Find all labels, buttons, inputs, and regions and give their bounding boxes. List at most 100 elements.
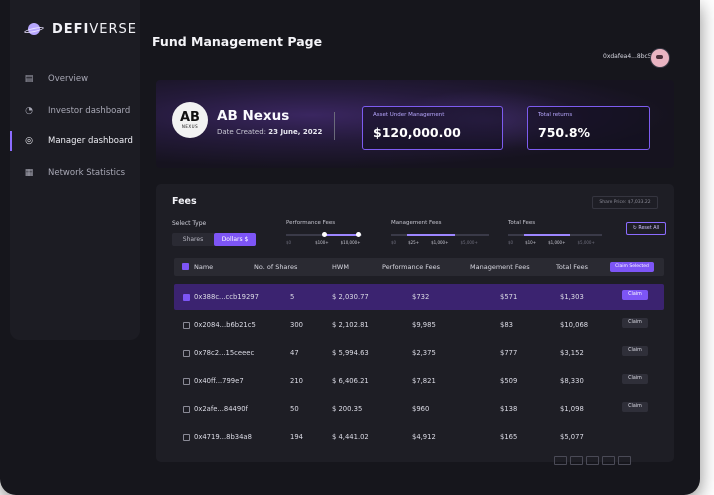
tick: $10,000+ [340, 240, 361, 245]
sidebar-item-label: Overview [48, 74, 89, 84]
aum-value: $120,000.00 [373, 125, 461, 140]
document-icon: ▤ [24, 74, 34, 84]
date-value: 23 June, 2022 [268, 128, 323, 136]
row-shares: 50 [290, 405, 299, 413]
sidebar-item-network-statistics[interactable]: ▦ Network Statistics [10, 160, 140, 186]
row-shares: 194 [290, 433, 303, 441]
performance-fees-label: Performance Fees [286, 220, 336, 226]
sidebar-item-overview[interactable]: ▤ Overview [10, 66, 140, 92]
row-checkbox[interactable] [183, 378, 190, 385]
claim-selected-button[interactable]: Claim Selected [610, 262, 654, 272]
sidebar-item-label: Network Statistics [48, 168, 126, 178]
slider-handle-min[interactable] [322, 232, 327, 237]
row-name: 0x4719...8b34a8 [194, 433, 252, 441]
row-total-fee: $1,098 [560, 405, 584, 413]
tick: $25+ [408, 240, 420, 245]
sidebar-item-manager-dashboard[interactable]: ◎ Manager dashboard [10, 128, 140, 154]
column-header-total-fees[interactable]: Total Fees [556, 263, 588, 271]
pie-chart-icon: ◔ [25, 106, 33, 116]
table-row[interactable]: 0x4719...8b34a8 194 $ 4,441.02 $4,912 $1… [174, 424, 664, 450]
page-title: Fund Management Page [152, 34, 323, 49]
claim-button[interactable]: Claim [622, 374, 648, 384]
row-checkbox[interactable] [183, 434, 190, 441]
row-hwm: $ 4,441.02 [332, 433, 369, 441]
stats-icon: ▦ [24, 168, 34, 178]
aum-label: Asset Under Management [373, 112, 445, 118]
pagination [554, 456, 631, 465]
row-hwm: $ 2,030.77 [332, 293, 369, 301]
returns-label: Total returns [538, 112, 573, 118]
claim-button[interactable]: Claim [622, 402, 648, 412]
tick: $5,000+ [577, 240, 595, 245]
total-fees-ticks: $0 $10+ $1,000+ $5,000+ [508, 240, 607, 245]
fund-logo: AB NEXUS [172, 102, 208, 138]
performance-fees-slider[interactable] [286, 232, 362, 237]
share-price-badge: Share Price: $7,033.22 [592, 196, 658, 209]
row-management-fee: $83 [500, 321, 513, 329]
table-row[interactable]: 0x2afe...84490f 50 $ 200.35 $960 $138 $1… [174, 396, 664, 422]
column-header-hwm[interactable]: HWM [332, 263, 349, 271]
aum-card: Asset Under Management $120,000.00 [362, 106, 503, 150]
type-option-dollars[interactable]: Dollars $ [214, 233, 256, 246]
row-management-fee: $571 [500, 293, 518, 301]
claim-button[interactable]: Claim [622, 346, 648, 356]
row-name: 0x388c...ccb19297 [194, 293, 259, 301]
column-header-performance-fees[interactable]: Performance Fees [382, 263, 440, 271]
row-checkbox[interactable] [183, 406, 190, 413]
page-button[interactable] [586, 456, 599, 465]
page-button[interactable] [618, 456, 631, 465]
row-performance-fee: $9,985 [412, 321, 436, 329]
row-performance-fee: $2,375 [412, 349, 436, 357]
page-button[interactable] [570, 456, 583, 465]
page-button[interactable] [554, 456, 567, 465]
fund-logo-text: AB [180, 110, 200, 125]
sidebar-item-investor-dashboard[interactable]: ◔ Investor dashboard [10, 98, 140, 124]
claim-button[interactable]: Claim [622, 290, 648, 300]
planet-icon [23, 22, 45, 37]
claim-button[interactable]: Claim [622, 318, 648, 328]
type-option-shares[interactable]: Shares [172, 233, 214, 246]
wallet-address[interactable]: 0xdafea4...8bc5 [603, 53, 652, 60]
column-header-shares[interactable]: No. of Shares [254, 263, 297, 271]
table-header: Name No. of Shares HWM Performance Fees … [174, 258, 664, 276]
row-management-fee: $138 [500, 405, 518, 413]
table-row[interactable]: 0x388c...ccb19297 5 $ 2,030.77 $732 $571… [174, 284, 664, 310]
row-total-fee: $10,068 [560, 321, 589, 329]
slider-handle-max[interactable] [356, 232, 361, 237]
avatar[interactable] [650, 48, 670, 68]
row-checkbox[interactable] [183, 350, 190, 357]
brand-logo[interactable]: DEFIVERSE [23, 22, 137, 37]
row-shares: 300 [290, 321, 303, 329]
tick: $1,000+ [431, 240, 449, 245]
date-label: Date Created: [217, 128, 267, 136]
type-toggle: Shares Dollars $ [172, 233, 256, 246]
row-checkbox[interactable] [183, 294, 190, 301]
reset-all-button[interactable]: ↻ Reset All [626, 222, 666, 235]
reset-all-label: Reset All [638, 226, 660, 231]
returns-value: 750.8% [538, 125, 591, 140]
row-management-fee: $777 [500, 349, 518, 357]
total-fees-slider[interactable] [508, 234, 602, 236]
column-header-name[interactable]: Name [194, 263, 213, 271]
row-name: 0x40ff...799e7 [194, 377, 244, 385]
fund-name: AB Nexus [217, 108, 290, 124]
row-shares: 210 [290, 377, 303, 385]
row-checkbox[interactable] [183, 322, 190, 329]
row-management-fee: $509 [500, 377, 518, 385]
page-button[interactable] [602, 456, 615, 465]
fund-banner: AB NEXUS AB Nexus Date Created: 23 June,… [156, 80, 674, 168]
table-row[interactable]: 0x40ff...799e7 210 $ 6,406.21 $7,821 $50… [174, 368, 664, 394]
row-name: 0x2084...b6b21c5 [194, 321, 256, 329]
select-all-checkbox[interactable] [182, 263, 189, 272]
sidebar: DEFIVERSE ▤ Overview ◔ Investor dashboar… [10, 0, 140, 340]
fees-title: Fees [172, 196, 197, 207]
row-hwm: $ 2,102.81 [332, 321, 369, 329]
total-fees-label: Total Fees [508, 220, 536, 226]
table-row[interactable]: 0x78c2...15ceeec 47 $ 5,994.63 $2,375 $7… [174, 340, 664, 366]
fund-logo-subtext: NEXUS [181, 124, 199, 129]
trend-circle-icon: ◎ [25, 136, 33, 146]
column-header-management-fees[interactable]: Management Fees [470, 263, 530, 271]
table-row[interactable]: 0x2084...b6b21c5 300 $ 2,102.81 $9,985 $… [174, 312, 664, 338]
row-hwm: $ 200.35 [332, 405, 363, 413]
management-fees-slider[interactable] [391, 234, 489, 236]
